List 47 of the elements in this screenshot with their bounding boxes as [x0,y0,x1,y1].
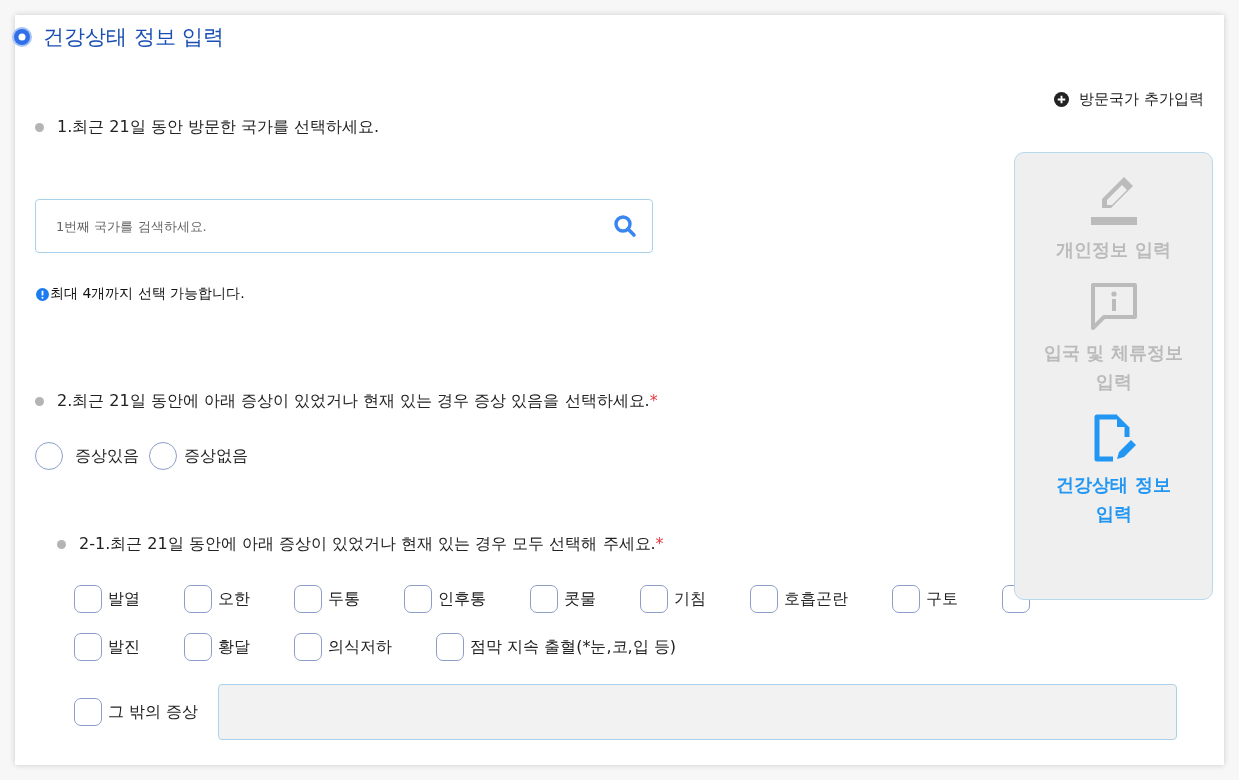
pencil-icon [1089,175,1138,227]
bullet-icon [35,123,44,132]
checkbox[interactable] [530,585,558,613]
checkbox-label: 콧물 [564,588,596,610]
question-text: 1.최근 21일 동안 방문한 국가를 선택하세요. [57,117,380,138]
checkbox[interactable] [436,633,464,661]
checkbox[interactable] [184,585,212,613]
checkbox-label: 오한 [218,588,250,610]
other-symptom-field[interactable] [218,684,1178,740]
search-icon [613,214,637,238]
radio-button[interactable] [35,442,63,470]
question-text: 2-1.최근 21일 동안에 아래 증상이 있었거나 현재 있는 경우 모두 선택해 주세요.* [79,534,664,555]
checkbox-label: 인후통 [438,588,486,610]
radio-label: 증상없음 [184,445,248,467]
section-title: 건강상태 정보 입력 [43,24,225,51]
add-country-link[interactable]: 방문국가 추가입력 [1054,90,1204,109]
checkbox-label: 기침 [674,588,706,610]
checkbox[interactable] [750,585,778,613]
checkbox[interactable] [404,585,432,613]
plus-circle-icon [1054,92,1070,107]
checkbox[interactable] [74,633,102,661]
checkbox[interactable] [184,633,212,661]
checkbox[interactable] [294,585,322,613]
radio-label: 증상있음 [75,445,139,467]
radio-button[interactable] [149,442,177,470]
checkbox-label: 구토 [926,588,958,610]
info-icon [36,287,49,301]
bullet-icon [35,397,44,406]
checkbox[interactable] [74,698,102,726]
bullet-icon [57,540,66,549]
checkbox-label: 발진 [108,636,140,658]
checkbox-label: 의식저하 [328,636,392,658]
checkbox-label: 호흡곤란 [784,588,848,610]
question-text: 2.최근 21일 동안에 아래 증상이 있었거나 현재 있는 경우 증상 있음을 선택하세요.* [57,391,658,412]
checkbox[interactable] [74,585,102,613]
info-chat-icon [1089,282,1138,330]
checkbox-label: 점막 지속 출혈(*눈,코,입 등) [470,636,676,658]
search-field[interactable]: 1번째 국가를 검색하세요. [35,199,653,253]
checkbox[interactable] [640,585,668,613]
checkbox-label: 황달 [218,636,250,658]
note-text: 최대 4개까지 선택 가능합니다. [50,285,245,303]
step-item[interactable]: 건강상태 정보 입력 [1043,414,1184,528]
checkbox-label: 발열 [108,588,140,610]
checkbox-label: 두통 [328,588,360,610]
checkbox-label: 그 밖의 증상 [108,701,199,723]
checkbox[interactable] [892,585,920,613]
checkbox[interactable] [294,633,322,661]
